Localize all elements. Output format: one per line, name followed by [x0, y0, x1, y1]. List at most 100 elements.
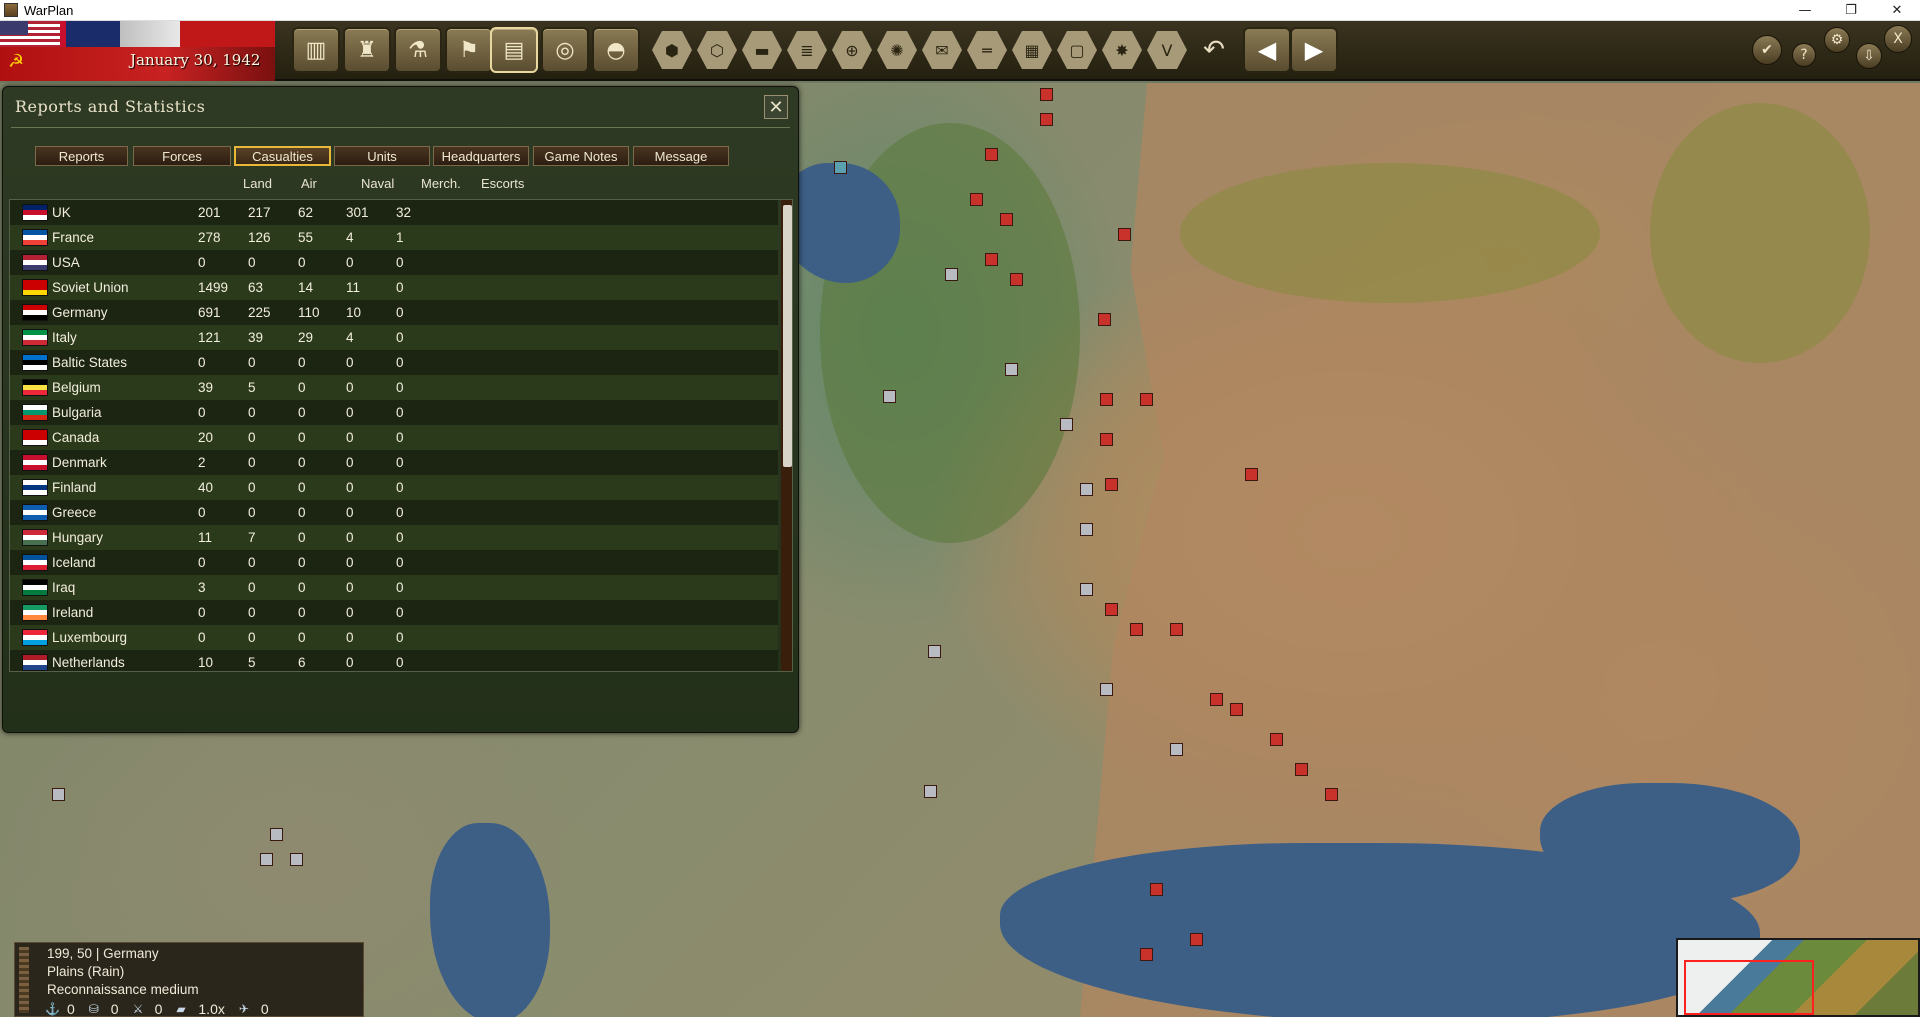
previous-button[interactable]: ◀	[1243, 27, 1291, 73]
exit-game-button[interactable]: X	[1884, 25, 1912, 53]
table-row[interactable]: Belgium 39 5 0 0 0	[10, 375, 778, 400]
map-unit[interactable]	[1040, 113, 1053, 126]
save-button[interactable]: ⇩	[1856, 43, 1882, 69]
factory-button[interactable]: ▥	[292, 27, 340, 73]
map-unit[interactable]	[834, 161, 847, 174]
map-unit[interactable]	[1170, 623, 1183, 636]
table-row[interactable]: Finland 40 0 0 0 0	[10, 475, 778, 500]
map-unit[interactable]	[924, 785, 937, 798]
reports-button[interactable]: ▤	[490, 27, 538, 73]
map-unit[interactable]	[1005, 363, 1018, 376]
minimap[interactable]	[1676, 938, 1920, 1017]
map-unit[interactable]	[1100, 683, 1113, 696]
mail-button[interactable]: ✉	[922, 31, 962, 69]
map-unit[interactable]	[1060, 418, 1073, 431]
map-unit[interactable]	[1040, 88, 1053, 101]
scrollbar-thumb[interactable]	[783, 205, 792, 467]
next-button[interactable]: ▶	[1290, 27, 1338, 73]
table-row[interactable]: USA 0 0 0 0 0	[10, 250, 778, 275]
table-row[interactable]: Greece 0 0 0 0 0	[10, 500, 778, 525]
map-unit[interactable]	[1150, 883, 1163, 896]
weather-button[interactable]: ✺	[877, 31, 917, 69]
table-row[interactable]: Italy 121 39 29 4 0	[10, 325, 778, 350]
help-button[interactable]: ?	[1792, 43, 1816, 67]
tab-units[interactable]: Units	[334, 146, 430, 166]
maximize-button[interactable]: ❐	[1828, 0, 1874, 21]
map-unit[interactable]	[1190, 933, 1203, 946]
undo-button[interactable]: ↶	[1194, 31, 1234, 69]
table-row[interactable]: Iraq 3 0 0 0 0	[10, 575, 778, 600]
table-row[interactable]: Ireland 0 0 0 0 0	[10, 600, 778, 625]
tab-casualties[interactable]: Casualties	[234, 146, 331, 166]
hex-grid-button[interactable]: ⬢	[652, 31, 692, 69]
victory-button[interactable]: V	[1147, 31, 1187, 69]
close-window-button[interactable]: ✕	[1874, 0, 1920, 21]
table-row[interactable]: Bulgaria 0 0 0 0 0	[10, 400, 778, 425]
table-row[interactable]: Germany 691 225 110 10 0	[10, 300, 778, 325]
map-unit[interactable]	[1140, 948, 1153, 961]
map-unit[interactable]	[1105, 603, 1118, 616]
map-unit[interactable]	[1295, 763, 1308, 776]
map-unit[interactable]	[270, 828, 283, 841]
hexes-button[interactable]: ⬡	[697, 31, 737, 69]
map-unit[interactable]	[1118, 228, 1131, 241]
tab-reports[interactable]: Reports	[35, 146, 128, 166]
map-unit[interactable]	[1100, 393, 1113, 406]
map-unit[interactable]	[1105, 478, 1118, 491]
tab-message[interactable]: Message	[633, 146, 729, 166]
minimap-viewport[interactable]	[1684, 960, 1814, 1015]
table-row[interactable]: Hungary 11 7 0 0 0	[10, 525, 778, 550]
map-unit[interactable]	[1080, 523, 1093, 536]
minimize-button[interactable]: —	[1782, 0, 1828, 21]
table-row[interactable]: Netherlands 10 5 6 0 0	[10, 650, 778, 671]
supply-button[interactable]: ▬	[742, 31, 782, 69]
tab-game-notes[interactable]: Game Notes	[533, 146, 629, 166]
frame-button[interactable]: ▢	[1057, 31, 1097, 69]
map-unit[interactable]	[1080, 583, 1093, 596]
tab-forces[interactable]: Forces	[133, 146, 231, 166]
map-unit[interactable]	[1210, 693, 1223, 706]
map-unit[interactable]	[1080, 483, 1093, 496]
map-unit[interactable]	[985, 253, 998, 266]
map-unit[interactable]	[1270, 733, 1283, 746]
map-unit[interactable]	[945, 268, 958, 281]
table-row[interactable]: Canada 20 0 0 0 0	[10, 425, 778, 450]
map-unit[interactable]	[1000, 213, 1013, 226]
diplomacy-flag-button[interactable]: ⚑	[445, 27, 493, 73]
table-row[interactable]: France 278 126 55 4 1	[10, 225, 778, 250]
map-unit[interactable]	[1140, 393, 1153, 406]
map-unit[interactable]	[52, 788, 65, 801]
production-button[interactable]: ♜	[343, 27, 391, 73]
table-row[interactable]: Luxembourg 0 0 0 0 0	[10, 625, 778, 650]
table-row[interactable]: Soviet Union 1499 63 14 11 0	[10, 275, 778, 300]
map-unit[interactable]	[1010, 273, 1023, 286]
map-unit[interactable]	[1100, 433, 1113, 446]
road-button[interactable]: ═	[967, 31, 1007, 69]
map-unit[interactable]	[985, 148, 998, 161]
map-unit[interactable]	[1170, 743, 1183, 756]
table-row[interactable]: UK 201 217 62 301 32	[10, 200, 778, 225]
grid-button[interactable]: ▦	[1012, 31, 1052, 69]
map-unit[interactable]	[1230, 703, 1243, 716]
map-unit[interactable]	[1325, 788, 1338, 801]
tab-headquarters[interactable]: Headquarters	[433, 146, 529, 166]
map-unit[interactable]	[928, 645, 941, 658]
binoculars-button[interactable]: ◎	[541, 27, 589, 73]
map-unit[interactable]	[1245, 468, 1258, 481]
map-unit[interactable]	[1098, 313, 1111, 326]
table-row[interactable]: Baltic States 0 0 0 0 0	[10, 350, 778, 375]
map-unit[interactable]	[970, 193, 983, 206]
map-unit[interactable]	[260, 853, 273, 866]
panel-close-button[interactable]: ✕	[764, 95, 788, 119]
map-unit[interactable]	[290, 853, 303, 866]
end-turn-button[interactable]: ✔	[1752, 35, 1782, 65]
table-scrollbar[interactable]	[781, 200, 792, 671]
settings-button[interactable]: ⚙	[1824, 27, 1850, 53]
map-unit[interactable]	[883, 390, 896, 403]
table-row[interactable]: Iceland 0 0 0 0 0	[10, 550, 778, 575]
table-row[interactable]: Denmark 2 0 0 0 0	[10, 450, 778, 475]
stack-button[interactable]: ≣	[787, 31, 827, 69]
target-button[interactable]: ⊕	[832, 31, 872, 69]
map-unit[interactable]	[1130, 623, 1143, 636]
research-button[interactable]: ⚗	[394, 27, 442, 73]
